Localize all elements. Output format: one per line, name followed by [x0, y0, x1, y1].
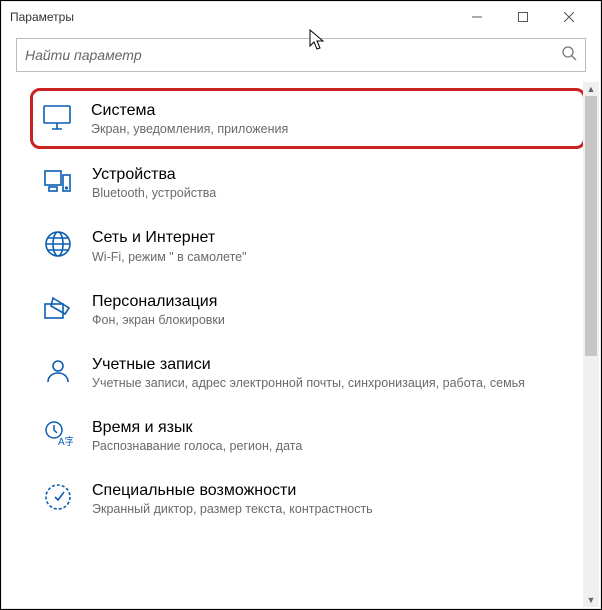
item-text: Специальные возможности Экранный диктор,… — [92, 481, 580, 516]
close-button[interactable] — [546, 2, 592, 32]
item-text: Учетные записи Учетные записи, адрес эле… — [92, 355, 580, 390]
item-text: Система Экран, уведомления, приложения — [91, 101, 577, 136]
item-subtitle: Фон, экран блокировки — [92, 313, 580, 327]
titlebar: Параметры — [2, 2, 600, 32]
scrollbar[interactable]: ▲ ▼ — [583, 82, 599, 607]
item-text: Персонализация Фон, экран блокировки — [92, 292, 580, 327]
item-title: Устройства — [92, 165, 580, 184]
item-subtitle: Учетные записи, адрес электронной почты,… — [92, 376, 580, 390]
item-title: Учетные записи — [92, 355, 580, 374]
item-title: Персонализация — [92, 292, 580, 311]
settings-window: Параметры Система — [1, 1, 601, 609]
time-language-icon: A字 — [42, 418, 74, 450]
settings-item-system[interactable]: Система Экран, уведомления, приложения — [30, 88, 586, 149]
item-title: Сеть и Интернет — [92, 228, 580, 247]
account-icon — [42, 355, 74, 387]
minimize-button[interactable] — [454, 2, 500, 32]
search-input[interactable] — [25, 47, 561, 63]
monitor-icon — [41, 101, 73, 133]
settings-item-accessibility[interactable]: Специальные возможности Экранный диктор,… — [2, 467, 600, 530]
globe-icon — [42, 228, 74, 260]
settings-item-accounts[interactable]: Учетные записи Учетные записи, адрес эле… — [2, 341, 600, 404]
maximize-button[interactable] — [500, 2, 546, 32]
window-controls — [454, 2, 592, 32]
item-text: Сеть и Интернет Wi-Fi, режим " в самолет… — [92, 228, 580, 263]
scroll-down-arrow[interactable]: ▼ — [583, 593, 599, 607]
settings-item-devices[interactable]: Устройства Bluetooth, устройства — [2, 151, 600, 214]
item-subtitle: Экранный диктор, размер текста, контраст… — [92, 502, 580, 516]
item-text: Время и язык Распознавание голоса, регио… — [92, 418, 580, 453]
devices-icon — [42, 165, 74, 197]
search-box[interactable] — [16, 38, 586, 72]
item-subtitle: Экран, уведомления, приложения — [91, 122, 577, 136]
settings-item-time-language[interactable]: A字 Время и язык Распознавание голоса, ре… — [2, 404, 600, 467]
item-title: Специальные возможности — [92, 481, 580, 500]
item-subtitle: Распознавание голоса, регион, дата — [92, 439, 580, 453]
item-subtitle: Wi-Fi, режим " в самолете" — [92, 250, 580, 264]
item-text: Устройства Bluetooth, устройства — [92, 165, 580, 200]
item-title: Система — [91, 101, 577, 120]
scroll-thumb[interactable] — [585, 96, 597, 356]
accessibility-icon — [42, 481, 74, 513]
settings-item-network[interactable]: Сеть и Интернет Wi-Fi, режим " в самолет… — [2, 214, 600, 277]
window-title: Параметры — [10, 10, 74, 24]
scroll-up-arrow[interactable]: ▲ — [583, 82, 599, 96]
search-icon — [561, 45, 577, 66]
settings-list: Система Экран, уведомления, приложения У… — [2, 82, 600, 606]
svg-text:A字: A字 — [58, 435, 73, 448]
item-subtitle: Bluetooth, устройства — [92, 186, 580, 200]
settings-item-personalization[interactable]: Персонализация Фон, экран блокировки — [2, 278, 600, 341]
personalize-icon — [42, 292, 74, 324]
item-title: Время и язык — [92, 418, 580, 437]
search-container — [2, 32, 600, 82]
